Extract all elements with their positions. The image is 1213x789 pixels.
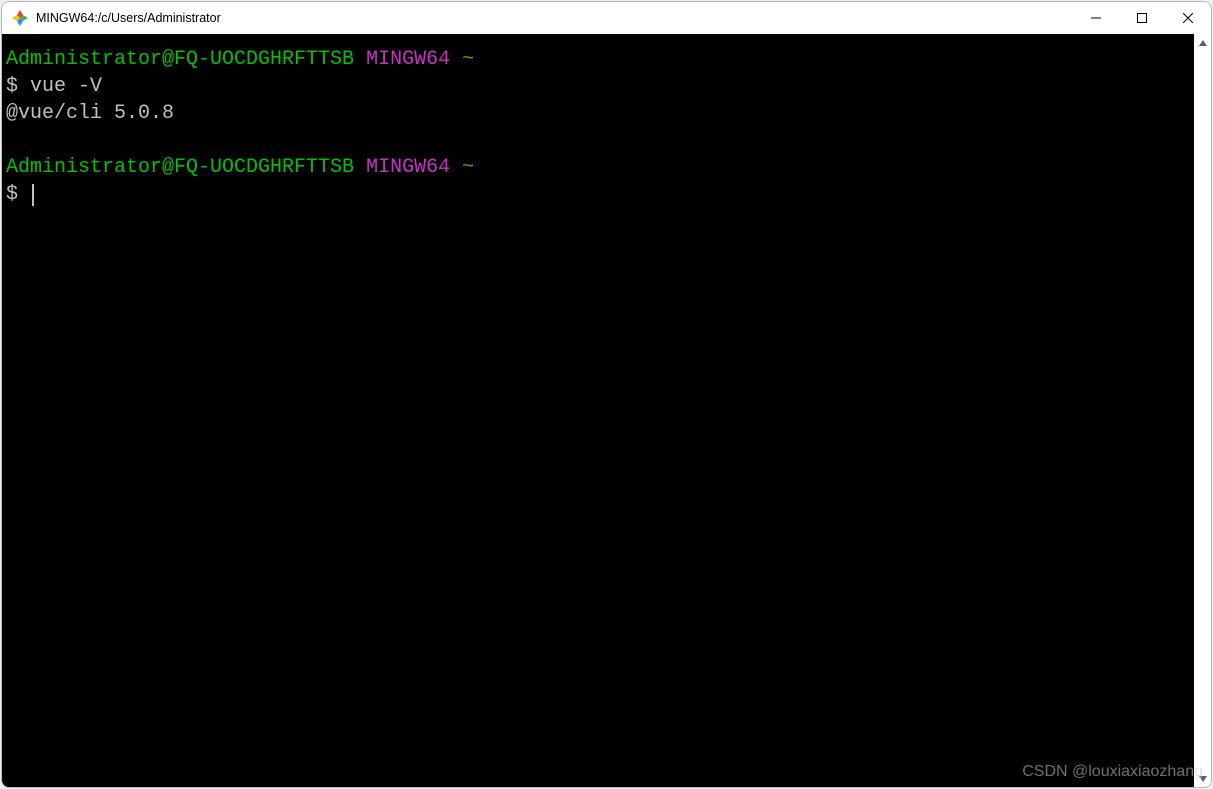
cursor xyxy=(32,184,34,206)
scroll-up-icon[interactable] xyxy=(1194,34,1211,51)
output-text: @vue/cli 5.0.8 xyxy=(6,102,174,125)
prompt-env: MINGW64 xyxy=(366,156,450,179)
window-controls xyxy=(1073,2,1211,34)
titlebar[interactable]: MINGW64:/c/Users/Administrator xyxy=(2,2,1211,34)
terminal-body[interactable]: Administrator@FQ-UOCDGHRFTTSB MINGW64 ~$… xyxy=(2,34,1194,787)
prompt-path: ~ xyxy=(462,156,474,179)
maximize-button[interactable] xyxy=(1119,2,1165,34)
app-icon xyxy=(12,10,28,26)
prompt-path: ~ xyxy=(462,48,474,71)
scroll-down-icon[interactable] xyxy=(1194,770,1211,787)
terminal-line: @vue/cli 5.0.8 xyxy=(6,100,1190,127)
close-button[interactable] xyxy=(1165,2,1211,34)
scrollbar[interactable] xyxy=(1194,34,1211,787)
prompt-symbol: $ xyxy=(6,183,30,206)
prompt-symbol: $ xyxy=(6,75,30,98)
prompt-env: MINGW64 xyxy=(366,48,450,71)
window-title: MINGW64:/c/Users/Administrator xyxy=(36,11,221,25)
prompt-user-host: Administrator@FQ-UOCDGHRFTTSB xyxy=(6,48,354,71)
terminal-line: Administrator@FQ-UOCDGHRFTTSB MINGW64 ~ xyxy=(6,46,1190,73)
minimize-button[interactable] xyxy=(1073,2,1119,34)
terminal-line: $ xyxy=(6,181,1190,208)
client-area: Administrator@FQ-UOCDGHRFTTSB MINGW64 ~$… xyxy=(2,34,1211,787)
command-text: vue -V xyxy=(30,75,102,98)
terminal-line: $ vue -V xyxy=(6,73,1190,100)
terminal-line xyxy=(6,127,1190,154)
terminal-line: Administrator@FQ-UOCDGHRFTTSB MINGW64 ~ xyxy=(6,154,1190,181)
terminal-window: MINGW64:/c/Users/Administrator Administr… xyxy=(1,1,1212,788)
prompt-user-host: Administrator@FQ-UOCDGHRFTTSB xyxy=(6,156,354,179)
